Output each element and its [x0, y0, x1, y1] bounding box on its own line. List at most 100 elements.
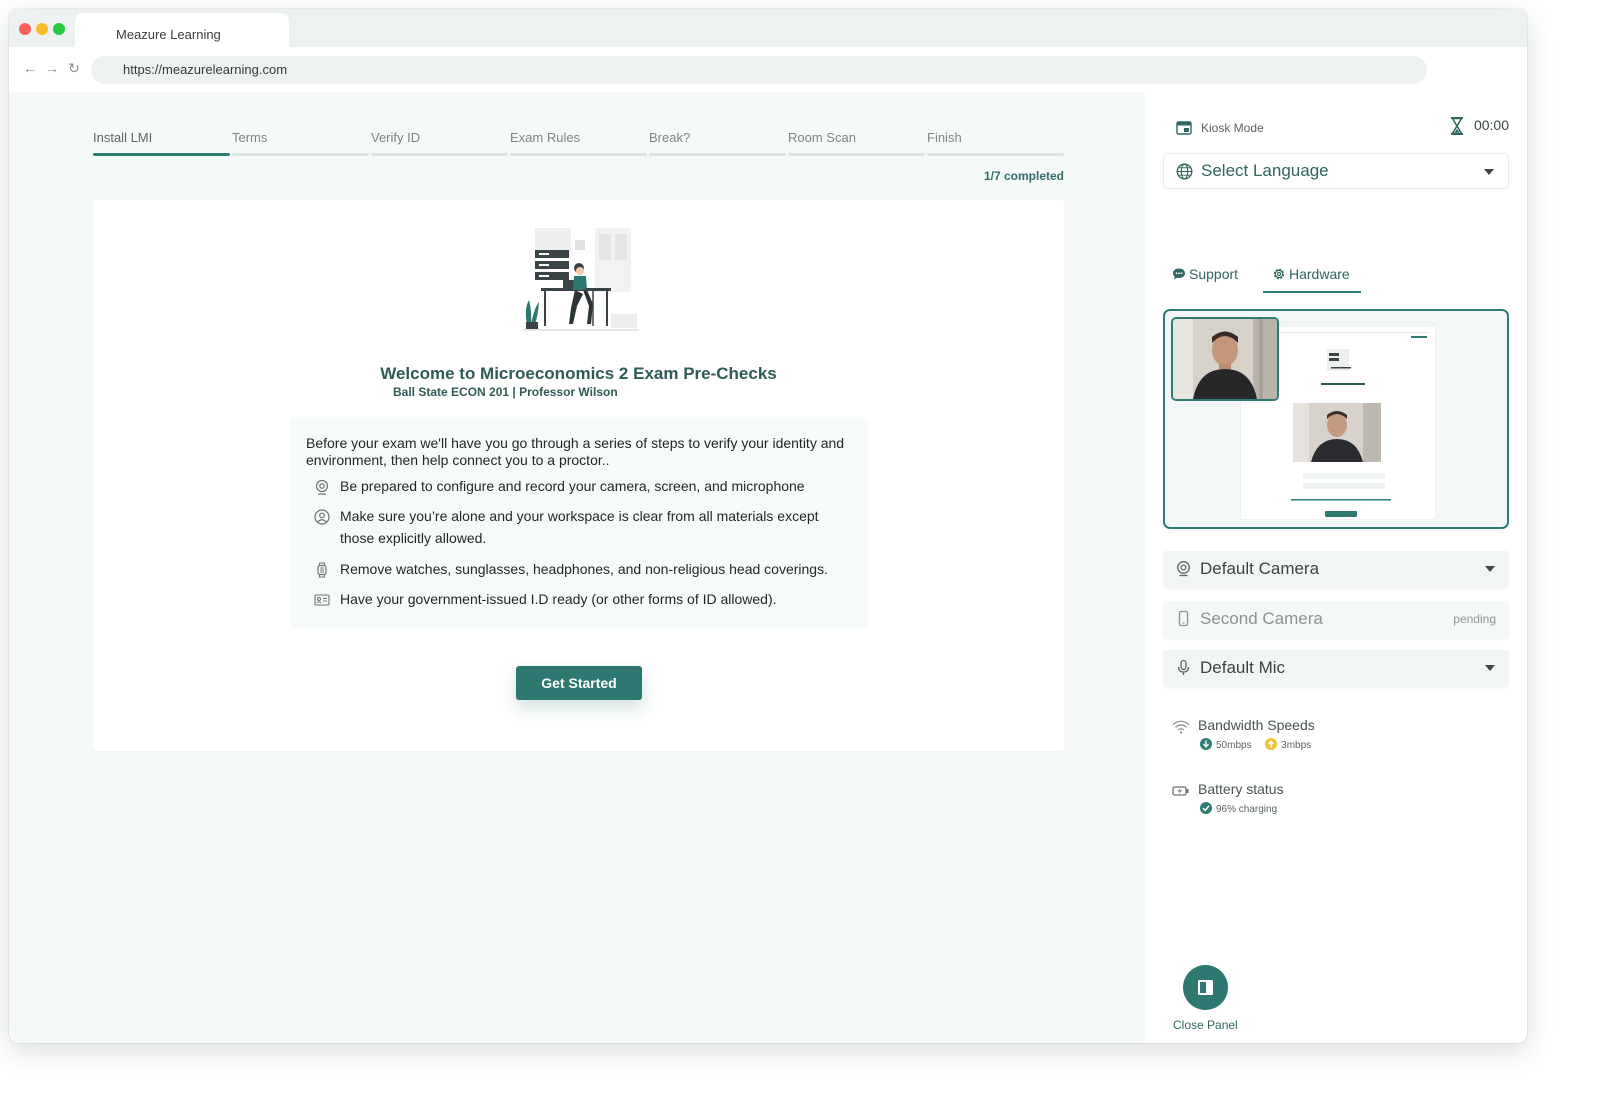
- step-finish: Finish: [927, 130, 1064, 156]
- gear-icon: [1273, 268, 1285, 280]
- tab-label: Support: [1189, 266, 1239, 282]
- tab-hardware[interactable]: Hardware: [1263, 266, 1361, 293]
- microphone-select[interactable]: Default Mic: [1163, 650, 1509, 686]
- step-progress-bar: [649, 153, 786, 156]
- tab-support[interactable]: Support: [1172, 266, 1254, 292]
- instructions-intro: Before your exam we'll have you go throu…: [306, 435, 845, 468]
- microphone-select-label: Default Mic: [1200, 658, 1286, 677]
- step-progress-bar: [93, 153, 230, 156]
- step-room-scan: Room Scan: [788, 130, 925, 156]
- camera-select-label: Default Camera: [1200, 559, 1320, 578]
- browser-tab[interactable]: Meazure Learning: [75, 13, 289, 51]
- maximize-window-button[interactable]: [53, 23, 65, 35]
- webcam-icon: [315, 479, 329, 495]
- step-progress-bar: [371, 153, 508, 156]
- bandwidth-title: Bandwidth Speeds: [1198, 717, 1315, 733]
- instructions-box: Before your exam we'll have you go throu…: [290, 417, 868, 629]
- download-arrow-icon: [1200, 738, 1212, 750]
- step-terms: Terms: [232, 130, 369, 156]
- reload-icon[interactable]: ↻: [66, 60, 82, 76]
- step-label: Terms: [232, 130, 268, 145]
- step-label: Verify ID: [371, 130, 421, 145]
- requirement-item: Have your government-issued I.D ready (o…: [314, 588, 854, 610]
- chevron-down-icon: [1484, 169, 1494, 175]
- phone-icon: [1178, 610, 1189, 627]
- download-speed: 50mbps: [1216, 740, 1252, 751]
- requirement-text: Have your government-issued I.D ready (o…: [340, 591, 777, 607]
- webcam-feed: [1171, 317, 1279, 401]
- progress-steps: Install LMI Terms Verify ID Exam Rules B…: [93, 130, 1064, 156]
- step-label: Install LMI: [93, 130, 153, 145]
- welcome-title: Welcome to Microeconomics 2 Exam Pre-Che…: [380, 364, 777, 383]
- check-icon: [1200, 802, 1212, 814]
- battery-values: 96% charging: [1200, 802, 1277, 815]
- welcome-card: Welcome to Microeconomics 2 Exam Pre-Che…: [93, 200, 1064, 751]
- globe-icon: [1176, 163, 1193, 180]
- requirement-text: Be prepared to configure and record your…: [340, 478, 805, 494]
- kiosk-mode-label: Kiosk Mode: [1201, 121, 1264, 135]
- workspace-illustration: [523, 228, 639, 331]
- second-camera-select[interactable]: Second Camera pending: [1163, 601, 1509, 637]
- step-verify-id: Verify ID: [371, 130, 508, 156]
- main-content: Install LMI Terms Verify ID Exam Rules B…: [9, 92, 1145, 1043]
- watch-icon: [317, 562, 327, 578]
- browser-window: Meazure Learning ← → ↻ https://meazurele…: [9, 9, 1527, 1043]
- navigation-bar: ← → ↻ https://meazurelearning.com: [9, 47, 1527, 92]
- completed-count: 1/7 completed: [983, 169, 1064, 183]
- camera-preview: [1163, 309, 1509, 529]
- forward-arrow-icon[interactable]: →: [44, 60, 60, 76]
- close-panel-label: Close Panel: [1173, 1018, 1238, 1032]
- step-progress-bar: [788, 153, 925, 156]
- battery-charging-icon: [1172, 786, 1189, 796]
- step-break: Break?: [649, 130, 786, 156]
- requirement-text: Make sure you’re alone and your workspac…: [340, 508, 819, 546]
- chevron-down-icon: [1485, 665, 1495, 671]
- second-camera-status: pending: [1453, 612, 1496, 626]
- close-window-button[interactable]: [19, 23, 31, 35]
- camera-select[interactable]: Default Camera: [1163, 551, 1509, 587]
- language-select-label: Select Language: [1201, 161, 1329, 180]
- requirement-text: Remove watches, sunglasses, headphones, …: [340, 561, 828, 577]
- requirement-item: Remove watches, sunglasses, headphones, …: [314, 558, 854, 580]
- mini-webcam-feed: [1293, 403, 1381, 462]
- person-icon: [314, 509, 330, 525]
- id-card-icon: [314, 594, 330, 606]
- hourglass-icon: [1450, 117, 1463, 135]
- tab-bar: Meazure Learning: [9, 9, 1527, 51]
- tab-label: Hardware: [1289, 266, 1350, 282]
- chat-bubble-icon: [1173, 268, 1185, 280]
- address-bar[interactable]: https://meazurelearning.com: [91, 56, 1427, 84]
- bandwidth-values: 50mbps 3mbps: [1200, 738, 1311, 751]
- step-label: Finish: [927, 130, 962, 145]
- side-panel: Kiosk Mode 00:00 Select Language Support…: [1145, 92, 1527, 1043]
- upload-speed: 3mbps: [1281, 740, 1312, 751]
- exam-timer: 00:00: [1450, 117, 1509, 135]
- second-camera-label: Second Camera: [1200, 609, 1323, 628]
- requirement-item: Be prepared to configure and record your…: [314, 475, 854, 497]
- sidebar-toggle-icon: [1198, 980, 1213, 995]
- minimize-window-button[interactable]: [36, 23, 48, 35]
- webcam-icon: [1177, 561, 1190, 577]
- webcam-graphic: [1173, 319, 1277, 399]
- timer-value: 00:00: [1473, 117, 1509, 133]
- mini-webcam-graphic: [1293, 403, 1381, 462]
- battery-title: Battery status: [1198, 781, 1284, 797]
- wifi-icon: [1172, 720, 1190, 734]
- requirement-item: Make sure you’re alone and your workspac…: [314, 505, 854, 549]
- battery-level: 96% charging: [1216, 804, 1278, 815]
- step-label: Break?: [649, 130, 691, 145]
- get-started-button[interactable]: Get Started: [516, 666, 642, 700]
- upload-arrow-icon: [1265, 738, 1278, 750]
- step-progress-bar: [927, 153, 1064, 156]
- close-panel-button[interactable]: [1183, 965, 1228, 1010]
- language-select[interactable]: Select Language: [1163, 153, 1509, 189]
- chevron-down-icon: [1485, 566, 1495, 572]
- step-label: Exam Rules: [510, 130, 581, 145]
- course-subtitle: Ball State ECON 201 | Professor Wilson: [393, 385, 618, 399]
- step-install-lmi: Install LMI: [93, 130, 230, 156]
- microphone-icon: [1177, 659, 1190, 675]
- step-progress-bar: [510, 153, 647, 156]
- kiosk-icon: [1176, 121, 1192, 135]
- step-label: Room Scan: [788, 130, 856, 145]
- back-arrow-icon[interactable]: ←: [22, 60, 38, 76]
